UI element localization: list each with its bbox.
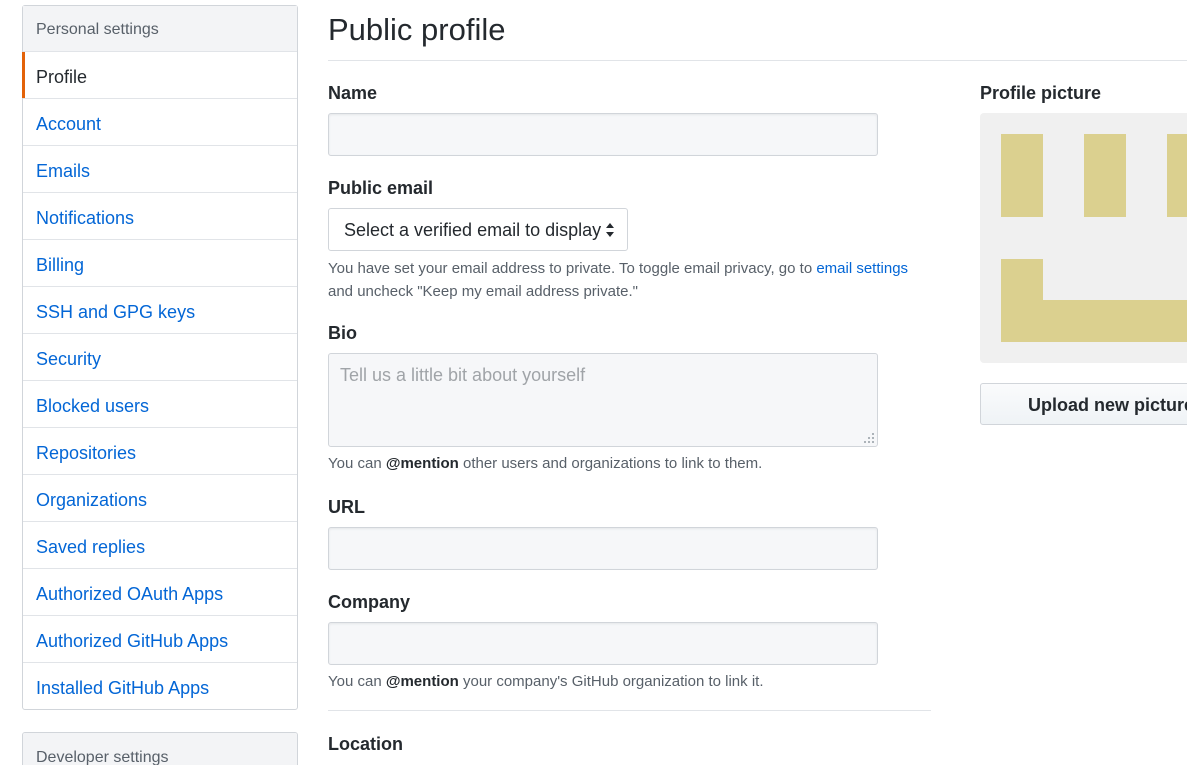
sidebar-item-profile[interactable]: Profile xyxy=(22,52,297,99)
bio-placeholder: Tell us a little bit about yourself xyxy=(340,365,586,385)
company-note: You can @mention your company's GitHub o… xyxy=(328,673,764,690)
sidebar-item-notifications[interactable]: Notifications xyxy=(23,193,297,240)
identicon-block xyxy=(1001,259,1043,342)
url-label: URL xyxy=(328,497,365,517)
sidebar-item-account[interactable]: Account xyxy=(23,99,297,146)
public-email-selected: Select a verified email to display xyxy=(344,220,602,240)
sidebar-item-security[interactable]: Security xyxy=(23,334,297,381)
sidebar-item-billing[interactable]: Billing xyxy=(23,240,297,287)
resize-grip-icon[interactable] xyxy=(863,432,875,444)
bio-label: Bio xyxy=(328,323,357,343)
sidebar-item-installed-github-apps[interactable]: Installed GitHub Apps xyxy=(23,663,297,709)
developer-settings-header[interactable]: Developer settings xyxy=(23,733,297,765)
email-settings-link[interactable]: email settings xyxy=(816,260,908,277)
url-input[interactable] xyxy=(328,527,878,570)
location-label: Location xyxy=(328,734,403,754)
identicon-block xyxy=(1084,134,1126,217)
personal-settings-sidebar: Personal settings Profile Account Emails… xyxy=(22,5,298,710)
section-divider xyxy=(328,710,931,711)
public-email-label: Public email xyxy=(328,178,434,198)
sidebar-item-organizations[interactable]: Organizations xyxy=(23,475,297,522)
sidebar-item-saved-replies[interactable]: Saved replies xyxy=(23,522,297,569)
profile-picture-identicon xyxy=(980,113,1187,363)
sidebar-item-emails[interactable]: Emails xyxy=(23,146,297,193)
sidebar-header: Personal settings xyxy=(23,6,297,52)
identicon-block xyxy=(1167,134,1187,217)
public-email-select[interactable]: Select a verified email to display xyxy=(328,208,628,251)
sidebar-item-blocked-users[interactable]: Blocked users xyxy=(23,381,297,428)
developer-settings-box: Developer settings xyxy=(22,732,298,765)
bio-note: You can @mention other users and organiz… xyxy=(328,455,763,472)
bio-textarea[interactable]: Tell us a little bit about yourself xyxy=(328,353,878,447)
title-divider xyxy=(328,60,1187,61)
profile-picture-label: Profile picture xyxy=(980,83,1102,103)
settings-page: Personal settings Profile Account Emails… xyxy=(0,0,1187,765)
select-arrows-icon xyxy=(606,223,614,237)
name-label: Name xyxy=(328,83,378,103)
sidebar-item-authorized-oauth-apps[interactable]: Authorized OAuth Apps xyxy=(23,569,297,616)
identicon-block xyxy=(1043,300,1187,342)
company-input[interactable] xyxy=(328,622,878,665)
identicon-block xyxy=(1001,134,1043,217)
name-input[interactable] xyxy=(328,113,878,156)
sidebar-item-ssh-gpg-keys[interactable]: SSH and GPG keys xyxy=(23,287,297,334)
upload-new-picture-button[interactable]: Upload new picture xyxy=(980,383,1187,425)
page-title: Public profile xyxy=(328,12,506,47)
sidebar-item-authorized-github-apps[interactable]: Authorized GitHub Apps xyxy=(23,616,297,663)
company-label: Company xyxy=(328,592,411,612)
public-email-note: You have set your email address to priva… xyxy=(328,260,909,300)
sidebar-item-repositories[interactable]: Repositories xyxy=(23,428,297,475)
